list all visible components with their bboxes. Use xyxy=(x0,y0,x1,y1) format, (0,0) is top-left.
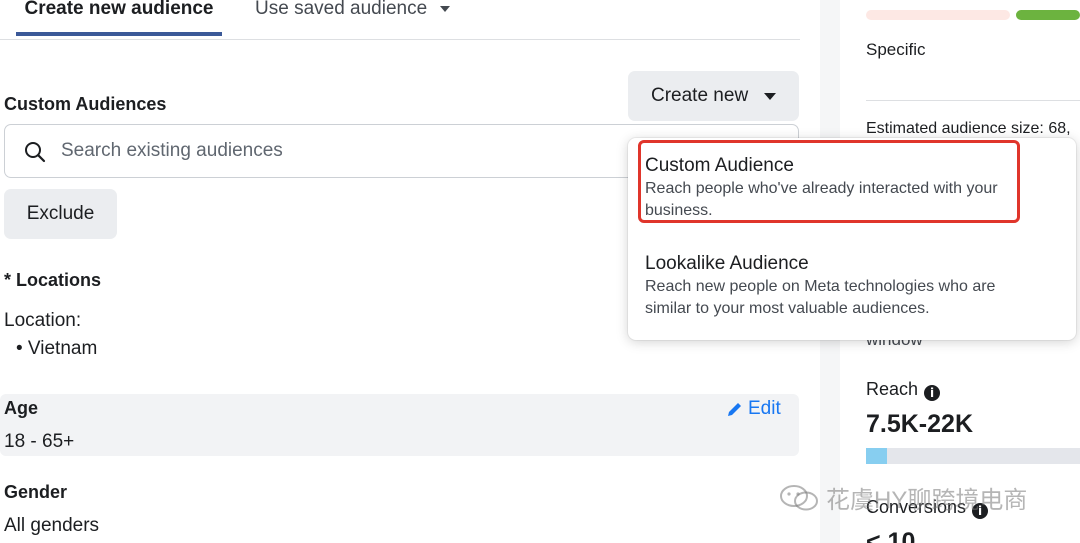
tab-use-saved-audience-label: Use saved audience xyxy=(255,0,428,19)
chevron-down-icon xyxy=(440,5,451,12)
reach-value: 7.5K-22K xyxy=(866,410,973,438)
search-audiences-input[interactable] xyxy=(61,135,621,167)
menu-item-title: Custom Audience xyxy=(645,155,794,176)
gender-value: All genders xyxy=(4,515,100,536)
create-new-button[interactable]: Create new xyxy=(628,71,799,121)
caret-down-icon xyxy=(764,92,777,100)
info-icon[interactable]: i xyxy=(924,385,941,401)
tab-create-new-audience[interactable]: Create new audience xyxy=(16,0,222,36)
menu-item-title: Lookalike Audience xyxy=(645,253,809,274)
location-value: • Vietnam xyxy=(16,338,98,359)
estimated-audience-size: Estimated audience size: 68, xyxy=(866,120,1071,137)
audience-tabs: Create new audience Use saved audience xyxy=(0,0,800,40)
exclude-label: Exclude xyxy=(26,203,95,224)
reach-bar xyxy=(866,448,1080,464)
search-icon xyxy=(25,142,46,163)
edit-label: Edit xyxy=(748,398,781,419)
audience-meter-broad xyxy=(866,10,1010,20)
edit-age-link[interactable]: Edit xyxy=(726,398,781,420)
age-title: Age xyxy=(4,398,39,418)
menu-item-custom-audience[interactable]: Custom Audience Reach people who've alre… xyxy=(628,154,1076,222)
location-label: Location: xyxy=(4,310,82,331)
menu-item-lookalike-audience[interactable]: Lookalike Audience Reach new people on M… xyxy=(628,252,1076,320)
exclude-button[interactable]: Exclude xyxy=(4,189,117,239)
audience-meter-specific xyxy=(1016,10,1080,20)
active-tab-underline xyxy=(16,32,222,36)
tab-use-saved-audience[interactable]: Use saved audience xyxy=(255,0,451,22)
menu-item-description: Reach people who've already interacted w… xyxy=(645,180,998,219)
menu-item-description: Reach new people on Meta technologies wh… xyxy=(645,278,996,317)
panel-separator xyxy=(866,100,1080,101)
create-new-dropdown: Custom Audience Reach people who've alre… xyxy=(628,138,1076,340)
pencil-icon xyxy=(728,403,741,416)
tab-create-new-audience-label: Create new audience xyxy=(24,0,214,19)
age-section xyxy=(0,394,799,456)
locations-title: * Locations xyxy=(4,270,102,290)
gender-title: Gender xyxy=(4,482,68,502)
watermark-text: 花虞HY聊跨境电商 xyxy=(826,487,1028,514)
create-new-label: Create new xyxy=(651,85,749,106)
specificity-label: Specific xyxy=(866,40,926,59)
reach-label: Reach xyxy=(866,379,919,399)
watermark: 花虞HY聊跨境电商 xyxy=(778,480,1027,515)
reach-label-row: Reach i xyxy=(866,379,941,401)
custom-audiences-title: Custom Audiences xyxy=(4,94,167,114)
wechat-icon xyxy=(780,484,818,510)
conversions-value: < 10 xyxy=(866,528,916,543)
age-value: 18 - 65+ xyxy=(4,431,75,452)
reach-bar-fill xyxy=(866,448,888,464)
